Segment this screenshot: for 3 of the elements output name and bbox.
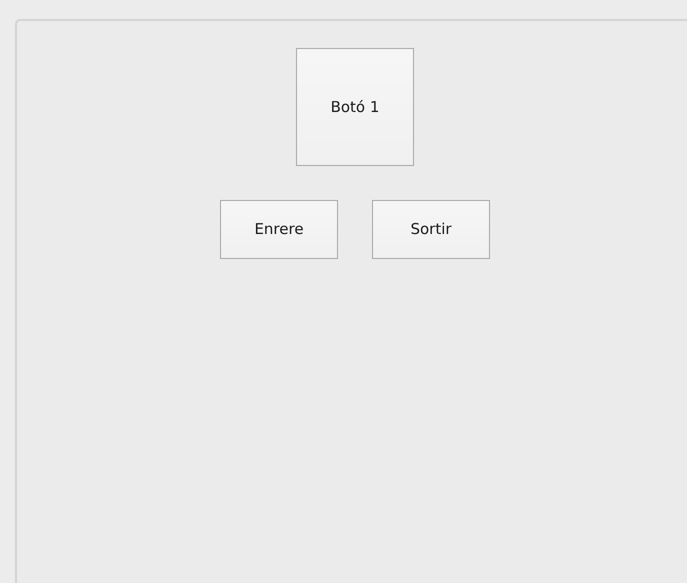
action-button[interactable]: Enrere [220, 200, 338, 259]
main-button[interactable]: Botó 1 [296, 48, 414, 166]
action-button[interactable]: Sortir [372, 200, 490, 259]
